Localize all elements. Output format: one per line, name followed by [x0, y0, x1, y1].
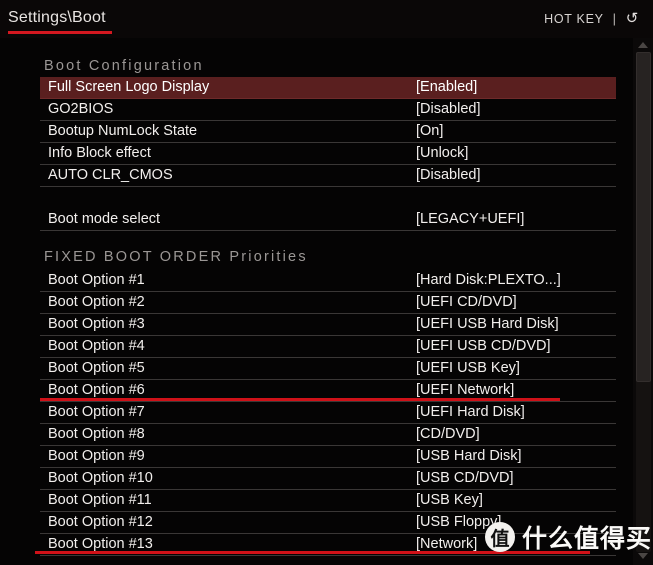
row-label: Boot Option #8 — [48, 426, 145, 442]
row-value[interactable]: [LEGACY+UEFI] — [416, 211, 524, 227]
row-label: Boot Option #10 — [48, 470, 153, 486]
row-boot-option-2[interactable]: Boot Option #2 [UEFI CD/DVD] — [40, 292, 616, 314]
row-value[interactable]: [CD/DVD] — [416, 426, 480, 442]
row-auto-clr-cmos[interactable]: AUTO CLR_CMOS [Disabled] — [40, 165, 616, 187]
row-label: Boot Option #13 — [48, 536, 153, 552]
row-label: Boot Option #12 — [48, 514, 153, 530]
row-value[interactable]: [UEFI CD/DVD] — [416, 294, 517, 310]
row-bootup-numlock-state[interactable]: Bootup NumLock State [On] — [40, 121, 616, 143]
row-label: Boot Option #7 — [48, 404, 145, 420]
row-separator — [40, 186, 616, 187]
row-value[interactable]: [Network] — [416, 536, 477, 552]
row-boot-option-10[interactable]: Boot Option #10 [USB CD/DVD] — [40, 468, 616, 490]
row-boot-option-8[interactable]: Boot Option #8 [CD/DVD] — [40, 424, 616, 446]
row-boot-option-11[interactable]: Boot Option #11 [USB Key] — [40, 490, 616, 512]
row-value[interactable]: [Disabled] — [416, 167, 480, 183]
row-label: Boot Option #5 — [48, 360, 145, 376]
row-full-screen-logo-display[interactable]: Full Screen Logo Display [Enabled] — [40, 77, 616, 99]
scrollbar-thumb[interactable] — [636, 52, 651, 382]
row-boot-option-4[interactable]: Boot Option #4 [UEFI USB CD/DVD] — [40, 336, 616, 358]
row-label: Bootup NumLock State — [48, 123, 198, 139]
scroll-up-arrow-icon[interactable] — [638, 42, 648, 48]
hotkey-separator: | — [612, 11, 617, 26]
row-boot-option-9[interactable]: Boot Option #9 [USB Hard Disk] — [40, 446, 616, 468]
row-label: Boot Option #3 — [48, 316, 145, 332]
settings-panel: Boot Configuration Full Screen Logo Disp… — [0, 38, 653, 565]
row-value[interactable]: [UEFI USB Key] — [416, 360, 520, 376]
section-title-boot-configuration: Boot Configuration — [44, 58, 204, 74]
row-boot-option-3[interactable]: Boot Option #3 [UEFI USB Hard Disk] — [40, 314, 616, 336]
row-value[interactable]: [USB Key] — [416, 492, 483, 508]
row-value[interactable]: [Enabled] — [416, 79, 477, 95]
row-label: Boot mode select — [48, 211, 161, 227]
row-label: Boot Option #9 — [48, 448, 145, 464]
hotkey-label: HOT KEY — [544, 11, 604, 26]
row-value[interactable]: [On] — [416, 123, 443, 139]
row-label: Info Block effect — [48, 145, 151, 161]
row-boot-option-5[interactable]: Boot Option #5 [UEFI USB Key] — [40, 358, 616, 380]
row-separator — [40, 555, 616, 556]
row-boot-mode-select[interactable]: Boot mode select [LEGACY+UEFI] — [40, 209, 616, 231]
row-label: AUTO CLR_CMOS — [48, 167, 173, 183]
bios-setup-screen: Settings\Boot HOT KEY | ↺ Boot Configura… — [0, 0, 653, 565]
vertical-scrollbar[interactable] — [633, 38, 653, 565]
row-info-block-effect[interactable]: Info Block effect [Unlock] — [40, 143, 616, 165]
row-boot-option-12[interactable]: Boot Option #12 [USB Floppy] — [40, 512, 616, 534]
breadcrumb: Settings\Boot — [8, 9, 106, 26]
header-bar: Settings\Boot HOT KEY | ↺ — [0, 0, 653, 38]
row-label: Boot Option #11 — [48, 492, 152, 508]
row-value[interactable]: [Disabled] — [416, 101, 480, 117]
row-value[interactable]: [UEFI USB Hard Disk] — [416, 316, 559, 332]
row-value[interactable]: [USB Floppy] — [416, 514, 501, 530]
undo-icon[interactable]: ↺ — [626, 11, 639, 26]
row-value[interactable]: [UEFI Hard Disk] — [416, 404, 525, 420]
boot-option-6-annotation-underline — [40, 398, 560, 401]
row-label: Boot Option #1 — [48, 272, 145, 288]
row-value[interactable]: [UEFI USB CD/DVD] — [416, 338, 551, 354]
row-label: Boot Option #4 — [48, 338, 145, 354]
row-value[interactable]: [Hard Disk:PLEXTO...] — [416, 272, 561, 288]
scrollbar-track[interactable] — [636, 52, 651, 552]
row-value[interactable]: [USB CD/DVD] — [416, 470, 514, 486]
row-boot-option-1[interactable]: Boot Option #1 [Hard Disk:PLEXTO...] — [40, 270, 616, 292]
row-label: Boot Option #2 — [48, 294, 145, 310]
row-separator — [40, 230, 616, 231]
row-go2bios[interactable]: GO2BIOS [Disabled] — [40, 99, 616, 121]
row-value[interactable]: [USB Hard Disk] — [416, 448, 522, 464]
row-boot-option-7[interactable]: Boot Option #7 [UEFI Hard Disk] — [40, 402, 616, 424]
boot-option-13-annotation-underline — [35, 551, 590, 554]
row-value[interactable]: [Unlock] — [416, 145, 468, 161]
row-label: Boot Option #6 — [48, 382, 145, 398]
section-title-fixed-boot-order: FIXED BOOT ORDER Priorities — [44, 249, 308, 265]
row-value[interactable]: [UEFI Network] — [416, 382, 514, 398]
row-label: GO2BIOS — [48, 101, 114, 117]
breadcrumb-annotation-underline — [8, 31, 112, 34]
scroll-down-arrow-icon[interactable] — [638, 553, 648, 559]
row-label: Full Screen Logo Display — [48, 79, 210, 95]
hotkey-group[interactable]: HOT KEY | ↺ — [544, 11, 639, 26]
